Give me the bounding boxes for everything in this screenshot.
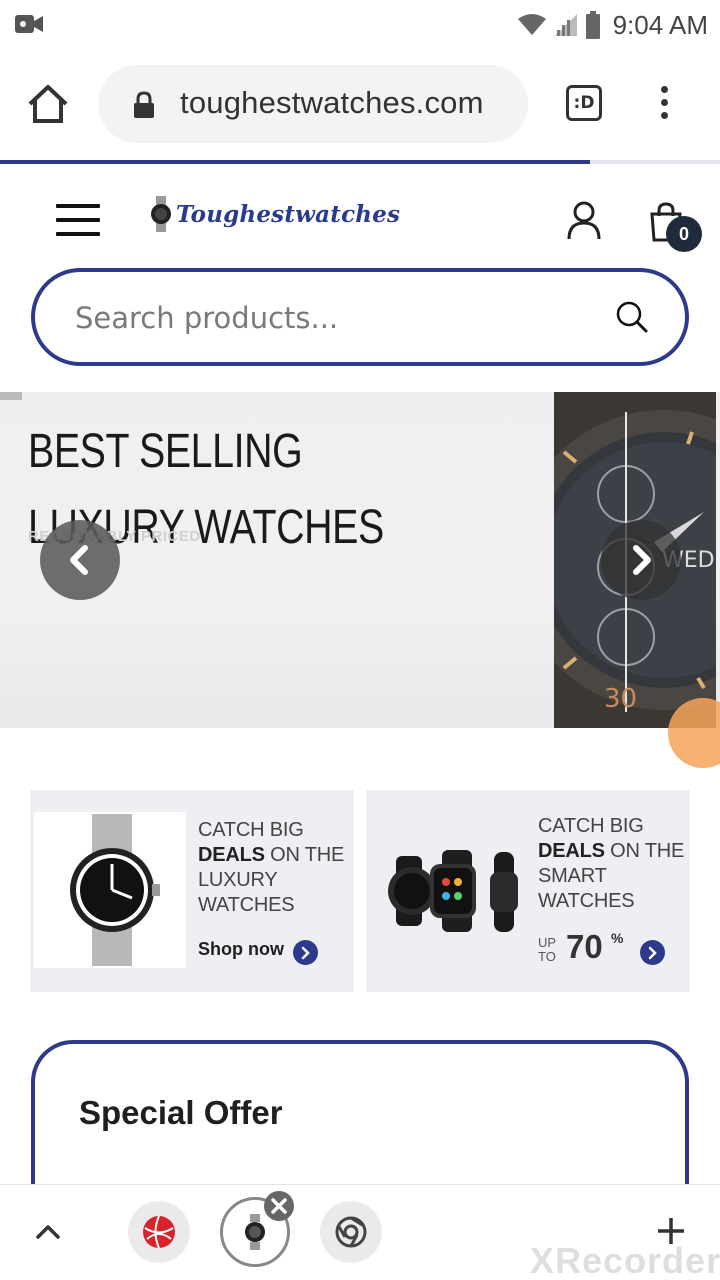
search-box [31,268,689,366]
home-icon[interactable] [26,82,70,126]
close-tab-button[interactable] [264,1191,294,1221]
browser-toolbar: toughestwatches.com :D [0,50,720,160]
deal-line4: WATCHES [198,894,295,916]
deal-text-luxury: CATCH BIG DEALS ON THE LUXURY WATCHES [198,818,344,918]
hamburger-menu-icon[interactable] [56,204,100,240]
tab-thumbnail-3[interactable] [320,1201,382,1263]
deal-bold: DEALS [538,840,605,862]
recorder-watermark: XRecorder [530,1240,720,1280]
chevron-right-icon [633,545,651,575]
site-header: Toughestwatches 0 [0,164,720,264]
tab-thumbnail-1[interactable] [128,1201,190,1263]
deal-line3: LUXURY [198,869,278,891]
search-input[interactable] [75,300,595,336]
smart-watches-image [384,846,534,936]
slider-next-button[interactable] [601,520,681,600]
deal-line4: WATCHES [538,890,635,912]
user-account-icon[interactable] [566,200,602,240]
cart-count-badge: 0 [666,216,702,252]
menu-kebab-icon[interactable] [654,86,674,126]
luxury-watch-image [34,812,186,968]
deal-text-smart: CATCH BIG DEALS ON THE SMART WATCHES [538,814,684,914]
upto-label: UP TO [538,936,556,964]
deal-card-smart[interactable]: CATCH BIG DEALS ON THE SMART WATCHES UP … [366,790,690,992]
address-bar[interactable]: toughestwatches.com [98,65,528,143]
upto-line1: UP [538,935,557,950]
deal-line2-rest: ON THE [264,844,345,866]
deal-line3: SMART [538,865,607,887]
web-globe-icon [143,1215,175,1249]
battery-icon [585,11,600,39]
site-logo[interactable]: Toughestwatches [150,194,400,234]
chevron-up-icon[interactable] [34,1221,62,1241]
logo-watch-icon [151,196,171,232]
close-icon [271,1198,287,1214]
screen-record-icon [15,15,43,33]
logo-text: Toughestwatches [176,200,401,228]
deal-line1: CATCH BIG [198,819,304,841]
upto-line2: TO [538,949,556,964]
deal-line1: CATCH BIG [538,815,644,837]
deal-line2-rest: ON THE [604,840,685,862]
hero-divider [0,392,22,400]
tab-switcher-button[interactable]: :D [566,85,602,121]
shop-now-link[interactable]: Shop now [198,939,284,960]
deal-line2: DEALS ON THE [198,843,344,868]
deal-bold: DEALS [198,844,265,866]
discount-percent-sign: % [611,930,624,946]
deal-card-luxury[interactable]: CATCH BIG DEALS ON THE LUXURY WATCHES Sh… [30,790,354,992]
hero-slider[interactable]: BEST SELLING LUXURY WATCHES REASONABLY P… [0,392,720,728]
chevron-right-icon [648,946,657,960]
chevron-left-icon [70,545,88,575]
lock-icon [134,91,154,118]
slider-prev-button[interactable] [40,520,120,600]
status-bar: 9:04 AM [0,0,720,50]
special-offer-title: Special Offer [79,1094,283,1131]
wifi-icon [517,14,546,35]
deal-line2: DEALS ON THE [538,839,684,864]
shop-now-arrow-button[interactable] [293,940,318,965]
svg-text:30: 30 [604,684,637,714]
search-icon[interactable] [615,300,649,334]
smart-deal-arrow-button[interactable] [640,940,665,965]
discount-percent: 70 [566,928,603,965]
hero-title-line1: BEST SELLING [28,425,303,478]
chrome-icon [335,1216,367,1248]
status-time: 9:04 AM [612,9,708,40]
url-text: toughestwatches.com [180,85,484,120]
chevron-right-icon [301,946,310,960]
signal-icon [554,14,577,36]
